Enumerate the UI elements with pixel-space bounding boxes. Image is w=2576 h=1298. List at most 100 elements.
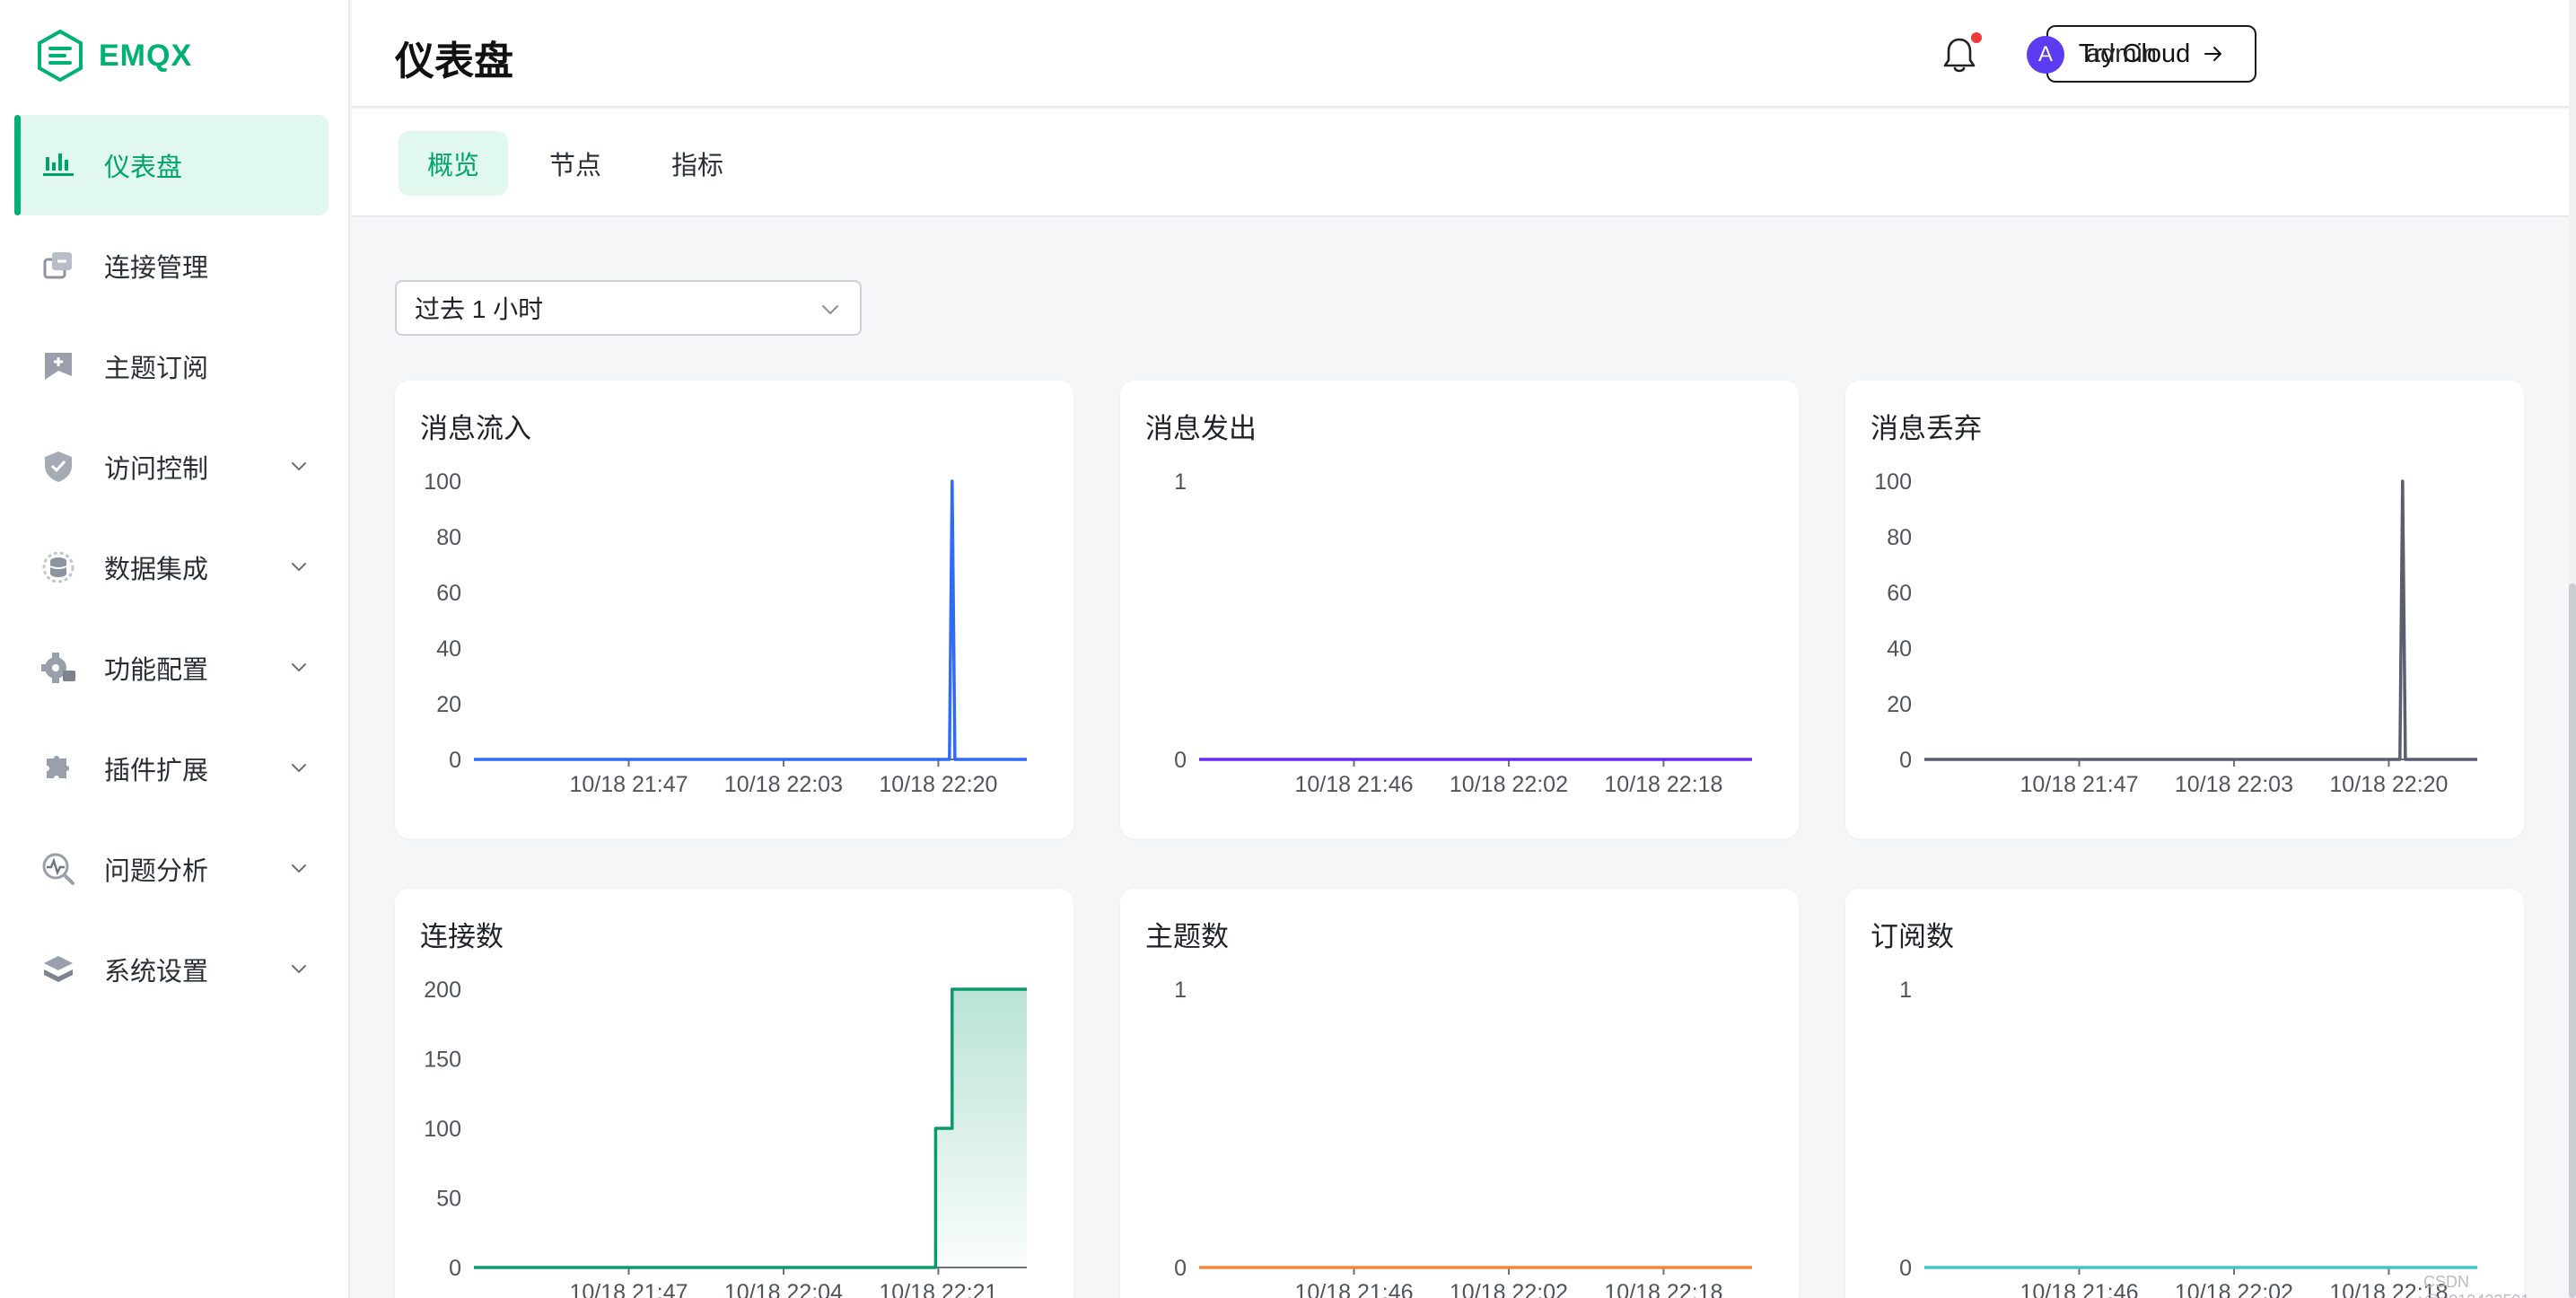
page-scrollbar[interactable] — [2569, 0, 2576, 1298]
y-tick-label: 100 — [424, 1117, 461, 1142]
watermark: CSDN @u013433591 — [2423, 1273, 2529, 1298]
chevron-down-icon — [292, 764, 306, 772]
y-tick-label: 1 — [1899, 978, 1912, 1003]
chart-title: 消息丢弃 — [1871, 413, 1982, 444]
sidebar-item-7[interactable]: 问题分析 — [14, 819, 329, 919]
x-tick-label: 10/18 22:20 — [2329, 772, 2448, 797]
chevron-down-icon — [292, 864, 306, 873]
y-tick-label: 1 — [1174, 469, 1187, 495]
avatar[interactable]: A — [2027, 36, 2064, 74]
y-tick-label: 0 — [1899, 748, 1912, 773]
gear-icon — [39, 649, 77, 687]
sidebar-item-0[interactable]: 仪表盘 — [14, 115, 329, 215]
sidebar-item-label: 插件扩展 — [104, 757, 209, 785]
sidebar-item-label: 系统设置 — [104, 958, 209, 987]
sidebar-item-5[interactable]: 功能配置 — [14, 618, 329, 718]
username[interactable]: admin — [2086, 39, 2157, 69]
y-tick-label: 150 — [424, 1048, 461, 1073]
x-tick-label: 10/18 22:18 — [1604, 772, 1722, 797]
puzzle-icon — [39, 750, 77, 787]
x-tick-label: 10/18 21:46 — [2020, 1280, 2138, 1298]
chart-title: 连接数 — [420, 921, 504, 952]
tabs-bar: 概览 节点 指标 — [352, 110, 2569, 217]
chart-card-subscriptions: 0 1 10/18 21:46 10/18 22:02 10/18 22:18 订阅数 — [1845, 889, 2524, 1298]
sidebar-item-label: 主题订阅 — [104, 355, 209, 383]
chart-card-topics: 0 1 10/18 21:46 10/18 22:02 10/18 22:18 主题数 — [1120, 889, 1799, 1298]
x-tick-label: 10/18 22:03 — [724, 772, 843, 797]
sidebar-item-8[interactable]: 系统设置 — [14, 919, 329, 1020]
chart-plot: 0 20 40 60 80 100 10/18 21:47 10/18 22:03 10/18 … — [1874, 469, 2477, 797]
y-tick-label: 80 — [436, 525, 461, 550]
top-header: 仪表盘 Try Cloud — [352, 0, 2576, 108]
brand-name: EMQX — [99, 38, 193, 73]
diagnose-icon — [39, 850, 77, 888]
connections-icon — [39, 247, 77, 285]
sidebar: EMQX 仪表盘连接管理主题订阅访问控制数据集成功能配置插件扩展问题分析系统设置 — [0, 0, 350, 1298]
y-tick-label: 40 — [1887, 636, 1912, 662]
tab-nodes[interactable]: 节点 — [521, 131, 630, 196]
chart-card-messages-out: 0 1 10/18 21:46 10/18 22:02 10/18 22:18 消息发出 — [1120, 381, 1799, 838]
sidebar-item-label: 功能配置 — [104, 656, 209, 685]
sidebar-item-label: 访问控制 — [104, 455, 209, 484]
sidebar-item-6[interactable]: 插件扩展 — [14, 718, 329, 819]
y-tick-label: 1 — [1174, 978, 1187, 1003]
arrow-right-icon — [2204, 47, 2222, 61]
time-range-select[interactable]: 过去 1 小时 — [395, 280, 862, 336]
x-tick-label: 10/18 21:46 — [1294, 1280, 1413, 1298]
x-tick-label: 10/18 21:47 — [2020, 772, 2138, 797]
tab-metrics[interactable]: 指标 — [643, 131, 752, 196]
y-tick-label: 60 — [436, 581, 461, 606]
chart-title: 订阅数 — [1871, 921, 1954, 952]
y-tick-label: 20 — [1887, 692, 1912, 717]
y-tick-label: 20 — [436, 692, 461, 717]
chart-title: 消息流入 — [420, 413, 531, 444]
emqx-logo-icon — [38, 29, 83, 83]
x-tick-label: 10/18 22:20 — [879, 772, 997, 797]
scrollbar-thumb[interactable] — [2569, 583, 2576, 1298]
y-tick-label: 0 — [449, 1256, 461, 1281]
layers-icon — [39, 951, 77, 988]
emqx-logo[interactable]: EMQX — [36, 29, 192, 83]
chevron-down-icon — [822, 305, 838, 314]
y-tick-label: 40 — [436, 636, 461, 662]
x-tick-label: 10/18 22:21 — [879, 1280, 997, 1298]
x-tick-label: 10/18 22:03 — [2175, 772, 2293, 797]
time-range-value: 过去 1 小时 — [415, 295, 544, 323]
chart-card-connections: 0 50 100 150 200 10/18 21:47 10/18 22:04 10/18 … — [395, 889, 1073, 1298]
chevron-down-icon — [292, 965, 306, 973]
sidebar-item-label: 问题分析 — [104, 857, 209, 886]
chevron-down-icon — [292, 663, 306, 671]
chart-card-messages-in: 0 20 40 60 80 100 10/18 21:47 10/18 22:03 10/18 … — [395, 381, 1073, 838]
chart-title: 消息发出 — [1145, 413, 1257, 444]
y-tick-label: 60 — [1887, 581, 1912, 606]
sidebar-item-3[interactable]: 访问控制 — [14, 417, 329, 517]
dashboard-icon — [39, 146, 77, 184]
sidebar-item-2[interactable]: 主题订阅 — [14, 316, 329, 417]
chart-card-messages-dropped: 0 20 40 60 80 100 10/18 21:47 10/18 22:03 10/18 … — [1845, 381, 2524, 838]
notification-dot — [1971, 32, 1982, 43]
x-tick-label: 10/18 22:18 — [1604, 1280, 1722, 1298]
y-tick-label: 80 — [1887, 525, 1912, 550]
tab-overview[interactable]: 概览 — [399, 131, 509, 196]
series-line — [1924, 479, 2477, 761]
x-tick-label: 10/18 21:47 — [569, 1280, 688, 1298]
x-tick-label: 10/18 22:04 — [724, 1280, 843, 1298]
chart-title: 主题数 — [1145, 921, 1229, 952]
y-tick-label: 0 — [1174, 1256, 1187, 1281]
sidebar-nav: 仪表盘连接管理主题订阅访问控制数据集成功能配置插件扩展问题分析系统设置 — [14, 115, 329, 1020]
x-tick-label: 10/18 21:47 — [569, 772, 688, 797]
database-icon — [39, 548, 77, 586]
y-tick-label: 200 — [424, 978, 461, 1003]
sidebar-item-4[interactable]: 数据集成 — [14, 517, 329, 618]
x-tick-label: 10/18 21:46 — [1294, 772, 1413, 797]
x-tick-label: 10/18 22:02 — [1450, 1280, 1568, 1298]
sidebar-item-1[interactable]: 连接管理 — [14, 215, 329, 316]
series-line — [474, 479, 1027, 761]
y-tick-label: 100 — [1874, 469, 1912, 495]
y-tick-label: 100 — [424, 469, 461, 495]
shield-icon — [39, 448, 77, 486]
sidebar-item-label: 连接管理 — [104, 254, 209, 283]
subscription-icon — [39, 347, 77, 385]
y-tick-label: 0 — [449, 748, 461, 773]
chevron-down-icon — [292, 563, 306, 571]
